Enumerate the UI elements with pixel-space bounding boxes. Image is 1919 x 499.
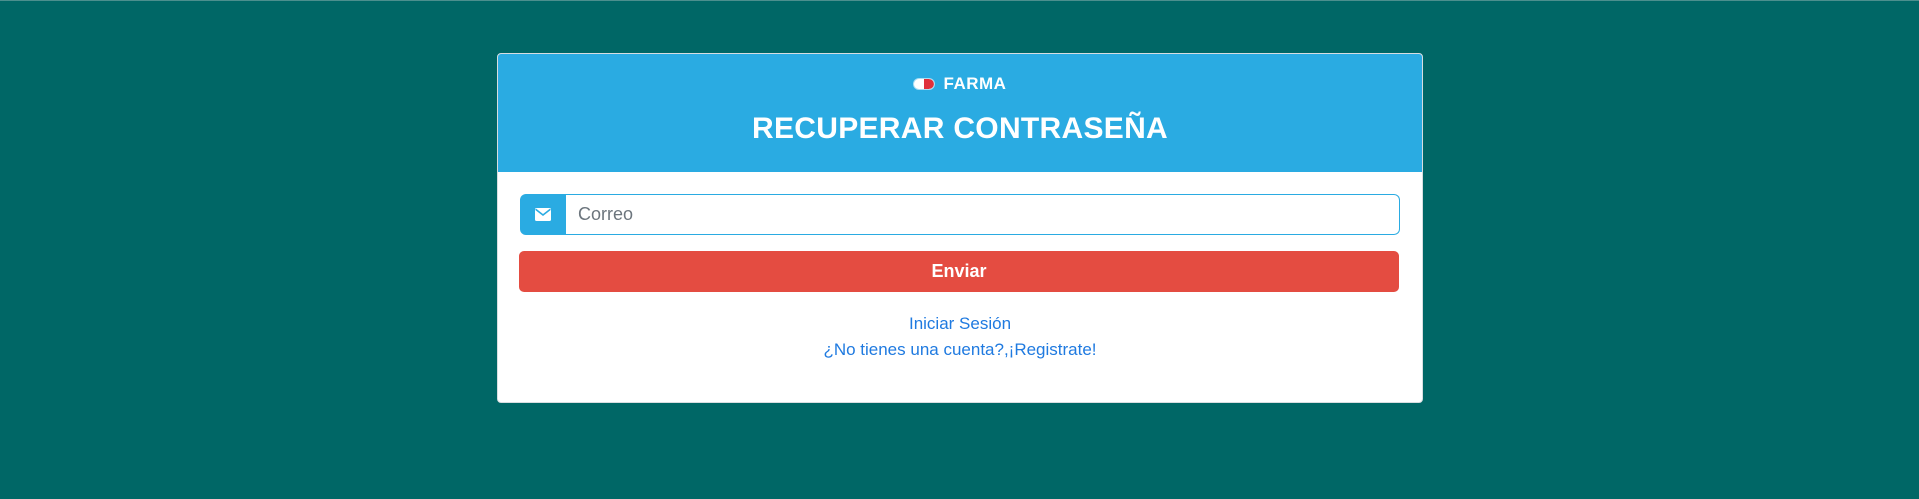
- auth-links: Iniciar Sesión ¿No tienes una cuenta?,¡R…: [497, 311, 1423, 363]
- envelope-icon: [520, 194, 566, 235]
- register-link[interactable]: ¿No tienes una cuenta?,¡Registrate!: [497, 337, 1423, 363]
- brand: FARMA: [498, 74, 1422, 94]
- brand-name: FARMA: [943, 74, 1007, 93]
- page-title: RECUPERAR CONTRASEÑA: [751, 112, 1169, 145]
- pill-icon: [913, 79, 934, 89]
- login-link[interactable]: Iniciar Sesión: [497, 311, 1423, 337]
- email-input-group: [520, 194, 1400, 235]
- email-field[interactable]: [566, 194, 1400, 235]
- send-button[interactable]: Enviar: [519, 251, 1399, 292]
- card-header: FARMA RECUPERAR CONTRASEÑA: [498, 54, 1422, 172]
- top-border-line: [0, 0, 1919, 1]
